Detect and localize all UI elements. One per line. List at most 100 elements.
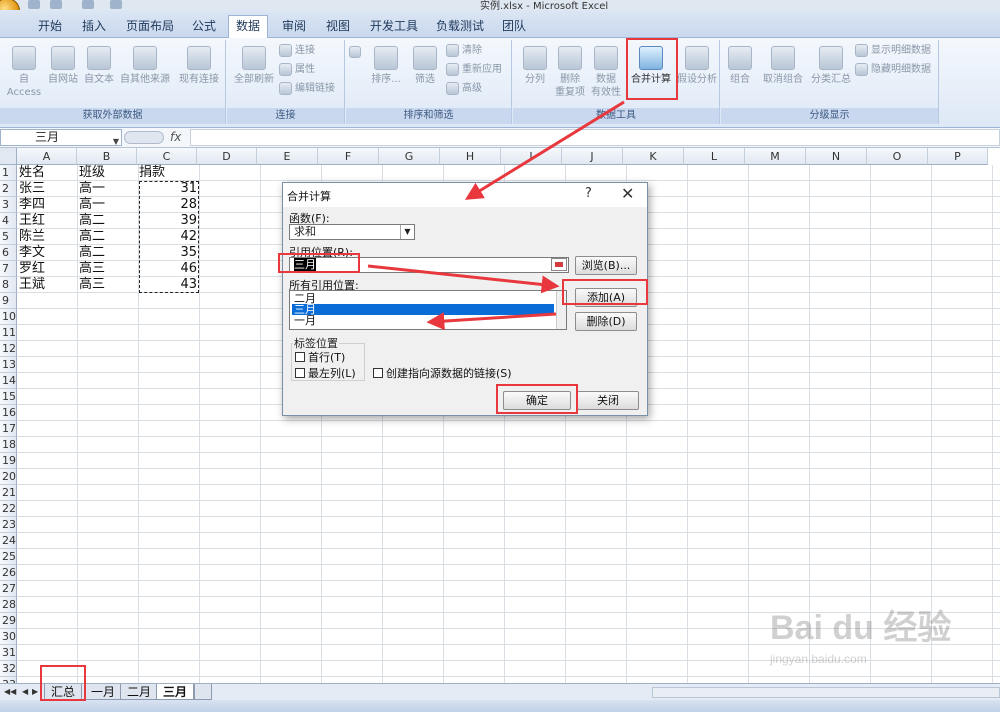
row-header[interactable]: 20 bbox=[0, 469, 17, 485]
row-header[interactable]: 6 bbox=[0, 245, 17, 261]
row-header[interactable]: 22 bbox=[0, 501, 17, 517]
clear-button[interactable]: 清除 bbox=[446, 44, 482, 57]
row-header[interactable]: 5 bbox=[0, 229, 17, 245]
row-header[interactable]: 12 bbox=[0, 341, 17, 357]
from-access-button[interactable]: 自 Access bbox=[4, 46, 44, 99]
column-header[interactable]: L bbox=[684, 148, 745, 165]
name-box[interactable]: 三月 ▼ bbox=[0, 129, 122, 146]
insert-sheet-icon[interactable] bbox=[194, 684, 212, 700]
row-header[interactable]: 9 bbox=[0, 293, 17, 309]
tab-page-layout[interactable]: 页面布局 bbox=[122, 16, 178, 38]
help-icon[interactable]: ? bbox=[585, 186, 592, 201]
checkbox-box[interactable] bbox=[373, 368, 383, 378]
redo-icon[interactable] bbox=[82, 0, 94, 9]
text-to-columns-button[interactable]: 分列 bbox=[517, 46, 553, 86]
row-header[interactable]: 30 bbox=[0, 629, 17, 645]
column-header[interactable]: G bbox=[379, 148, 440, 165]
column-header[interactable]: C bbox=[137, 148, 197, 165]
list-item[interactable]: 二月 bbox=[292, 293, 554, 304]
row-header[interactable]: 19 bbox=[0, 453, 17, 469]
ungroup-button[interactable]: 取消组合 bbox=[759, 46, 807, 86]
formula-input[interactable] bbox=[190, 129, 1000, 146]
row-header[interactable]: 17 bbox=[0, 421, 17, 437]
table-cell[interactable]: 陈兰 bbox=[17, 229, 77, 245]
show-detail-button[interactable]: 显示明细数据 bbox=[855, 44, 931, 57]
close-icon[interactable]: ✕ bbox=[621, 184, 634, 203]
create-links-checkbox[interactable]: 创建指向源数据的链接(S) bbox=[373, 365, 512, 381]
row-header[interactable]: 11 bbox=[0, 325, 17, 341]
connections-button[interactable]: 连接 bbox=[279, 44, 315, 57]
horizontal-scrollbar[interactable] bbox=[652, 687, 1000, 698]
tab-data[interactable]: 数据 bbox=[228, 15, 268, 39]
remove-duplicates-button[interactable]: 删除 重复项 bbox=[553, 46, 587, 99]
row-header[interactable]: 31 bbox=[0, 645, 17, 661]
column-header[interactable]: F bbox=[318, 148, 379, 165]
sort-asc-button[interactable] bbox=[348, 46, 362, 61]
checkbox-box[interactable] bbox=[295, 352, 305, 362]
row-header[interactable]: 13 bbox=[0, 357, 17, 373]
row-header[interactable]: 24 bbox=[0, 533, 17, 549]
column-header[interactable]: D bbox=[197, 148, 257, 165]
table-cell[interactable]: 班级 bbox=[77, 165, 137, 181]
table-cell[interactable]: 王红 bbox=[17, 213, 77, 229]
from-text-button[interactable]: 自文本 bbox=[82, 46, 116, 86]
refresh-all-button[interactable]: 全部刷新 bbox=[231, 46, 277, 86]
tab-home[interactable]: 开始 bbox=[34, 16, 66, 38]
browse-button[interactable]: 浏览(B)... bbox=[575, 256, 637, 275]
sheet-tab-march[interactable]: 三月 bbox=[156, 684, 195, 700]
column-header[interactable]: N bbox=[806, 148, 867, 165]
row-header[interactable]: 29 bbox=[0, 613, 17, 629]
filter-button[interactable]: 筛选 bbox=[410, 46, 440, 86]
sort-button[interactable]: 排序... bbox=[366, 46, 406, 86]
edit-links-button[interactable]: 编辑链接 bbox=[279, 82, 335, 95]
column-header[interactable]: H bbox=[440, 148, 501, 165]
table-cell[interactable]: 高三 bbox=[77, 261, 137, 277]
select-all-corner[interactable] bbox=[0, 148, 17, 165]
tab-developer[interactable]: 开发工具 bbox=[366, 16, 422, 38]
table-cell[interactable]: 捐款 bbox=[137, 165, 199, 181]
column-header[interactable]: J bbox=[562, 148, 623, 165]
table-cell[interactable]: 高二 bbox=[77, 229, 137, 245]
chevron-down-icon[interactable]: ▼ bbox=[400, 225, 414, 239]
table-cell[interactable]: 姓名 bbox=[17, 165, 77, 181]
row-header[interactable]: 16 bbox=[0, 405, 17, 421]
column-header[interactable]: B bbox=[77, 148, 137, 165]
row-header[interactable]: 10 bbox=[0, 309, 17, 325]
tab-view[interactable]: 视图 bbox=[322, 16, 354, 38]
sheet-tab-february[interactable]: 二月 bbox=[120, 684, 159, 700]
undo-icon[interactable] bbox=[50, 0, 62, 9]
row-header[interactable]: 3 bbox=[0, 197, 17, 213]
existing-connections-button[interactable]: 现有连接 bbox=[176, 46, 222, 86]
row-header[interactable]: 25 bbox=[0, 549, 17, 565]
save-icon[interactable] bbox=[28, 0, 40, 9]
row-header[interactable]: 28 bbox=[0, 597, 17, 613]
first-row-checkbox[interactable]: 首行(T) bbox=[295, 349, 345, 365]
tab-team[interactable]: 团队 bbox=[498, 16, 530, 38]
table-cell[interactable]: 高一 bbox=[77, 181, 137, 197]
column-header[interactable]: A bbox=[17, 148, 77, 165]
advanced-button[interactable]: 高级 bbox=[446, 82, 482, 95]
next-sheet-icon[interactable]: ▶ bbox=[32, 687, 38, 696]
formula-zoom-widget[interactable] bbox=[124, 131, 164, 144]
what-if-analysis-button[interactable]: 假设分析 bbox=[675, 46, 719, 86]
table-cell[interactable]: 高二 bbox=[77, 213, 137, 229]
quick-access-icon[interactable] bbox=[110, 0, 122, 9]
row-header[interactable]: 2 bbox=[0, 181, 17, 197]
fx-icon[interactable]: fx bbox=[170, 130, 181, 144]
row-header[interactable]: 26 bbox=[0, 565, 17, 581]
row-header[interactable]: 1 bbox=[0, 165, 17, 181]
row-header[interactable]: 27 bbox=[0, 581, 17, 597]
column-header[interactable]: E bbox=[257, 148, 318, 165]
column-header[interactable]: K bbox=[623, 148, 684, 165]
list-item[interactable]: 一月 bbox=[292, 315, 554, 326]
table-cell[interactable]: 李文 bbox=[17, 245, 77, 261]
row-header[interactable]: 4 bbox=[0, 213, 17, 229]
table-cell[interactable]: 高一 bbox=[77, 197, 137, 213]
tab-load-test[interactable]: 负载测试 bbox=[432, 16, 488, 38]
group-button[interactable]: 组合 bbox=[725, 46, 755, 86]
row-header[interactable]: 32 bbox=[0, 661, 17, 677]
hide-detail-button[interactable]: 隐藏明细数据 bbox=[855, 63, 931, 76]
delete-button[interactable]: 删除(D) bbox=[575, 312, 637, 331]
all-references-list[interactable]: 二月 三月 一月 bbox=[289, 290, 567, 330]
table-cell[interactable]: 李四 bbox=[17, 197, 77, 213]
